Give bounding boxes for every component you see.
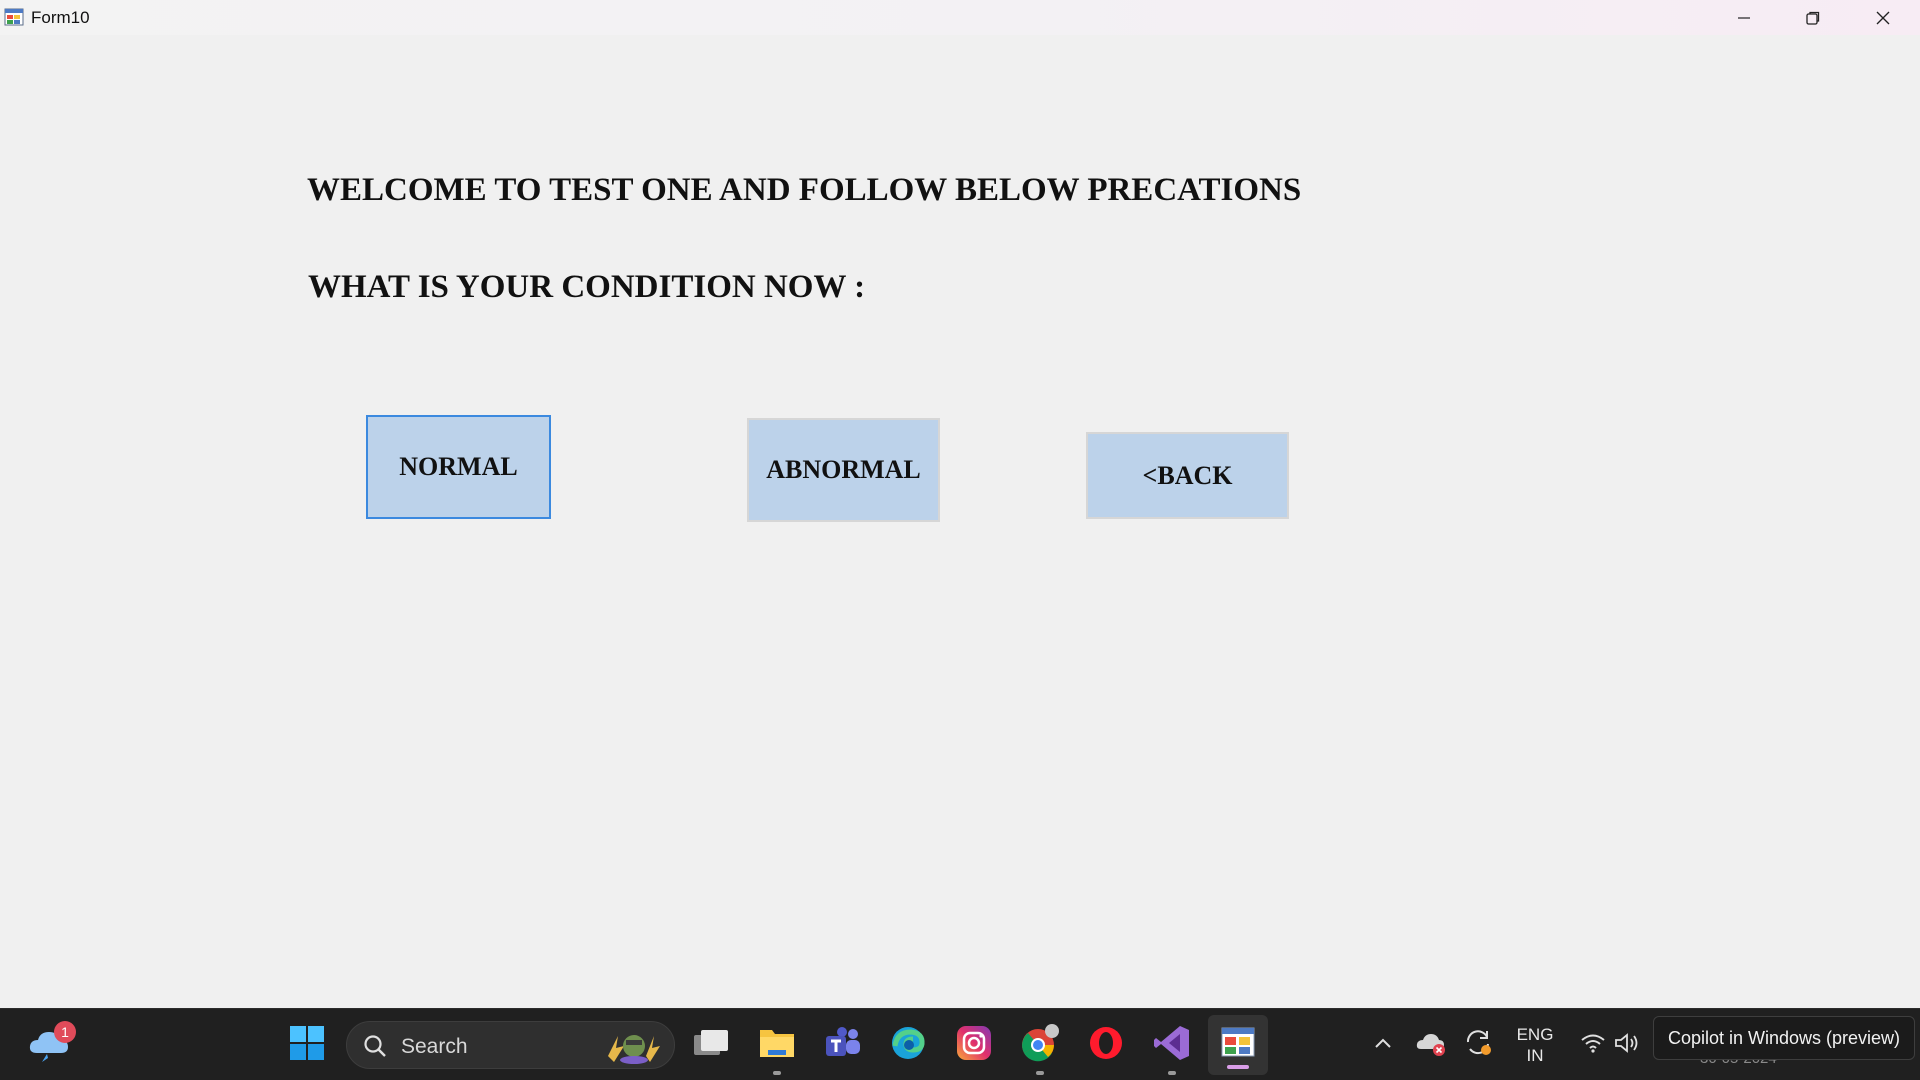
sync-tray[interactable] (1461, 1009, 1497, 1080)
task-view-icon (692, 1027, 730, 1064)
back-button[interactable]: <BACK (1086, 432, 1289, 519)
taskbar: 1 Search ENG IN (0, 1008, 1920, 1080)
chrome-icon (1020, 1023, 1060, 1068)
condition-question-label: WHAT IS YOUR CONDITION NOW : (308, 269, 866, 305)
taskbar-visual-studio[interactable] (1142, 1009, 1202, 1080)
chevron-up-icon (1374, 1036, 1392, 1054)
minimize-button[interactable] (1709, 0, 1779, 35)
region-code: IN (1526, 1046, 1544, 1065)
language-code: ENG (1516, 1025, 1554, 1044)
notification-badge: 1 (54, 1021, 76, 1043)
close-button[interactable] (1848, 0, 1918, 35)
winforms-app-icon[interactable] (4, 7, 24, 27)
teams-icon (824, 1026, 862, 1065)
form-app-icon (1220, 1025, 1256, 1066)
taskbar-search-box[interactable]: Search (346, 1021, 675, 1069)
file-explorer-icon (758, 1026, 796, 1065)
abnormal-button[interactable]: ABNORMAL (747, 418, 940, 522)
normal-button[interactable]: NORMAL (366, 415, 551, 519)
minimize-icon (1736, 10, 1752, 26)
edge-icon (889, 1024, 927, 1067)
taskbar-instagram[interactable] (944, 1009, 1004, 1080)
taskbar-opera[interactable] (1076, 1009, 1136, 1080)
instagram-icon (955, 1024, 993, 1067)
window-title: Form10 (31, 8, 90, 27)
running-indicator (773, 1071, 781, 1075)
running-indicator (1168, 1071, 1176, 1075)
search-icon (363, 1034, 387, 1063)
volume-tray[interactable] (1612, 1009, 1642, 1080)
onedrive-tray[interactable] (1413, 1009, 1449, 1080)
wifi-icon (1580, 1032, 1606, 1059)
visual-studio-icon (1153, 1024, 1191, 1067)
close-icon (1875, 10, 1891, 26)
search-highlight-art-icon (602, 1028, 662, 1069)
copilot-tooltip: Copilot in Windows (preview) (1653, 1016, 1915, 1060)
welcome-heading: WELCOME TO TEST ONE AND FOLLOW BELOW PRE… (307, 172, 1302, 208)
active-indicator (1227, 1065, 1249, 1069)
show-hidden-icons-button[interactable] (1368, 1009, 1398, 1080)
sync-icon (1463, 1028, 1495, 1063)
opera-icon (1087, 1024, 1125, 1067)
restore-button[interactable] (1778, 0, 1848, 35)
taskbar-file-explorer[interactable] (747, 1009, 807, 1080)
network-tray[interactable] (1578, 1009, 1608, 1080)
running-indicator (1036, 1071, 1044, 1075)
start-icon (289, 1025, 325, 1066)
taskbar-form-app[interactable] (1208, 1015, 1268, 1075)
taskbar-task-view[interactable] (681, 1009, 741, 1080)
search-placeholder: Search (401, 1035, 468, 1058)
language-indicator[interactable]: ENG IN (1506, 1009, 1564, 1080)
speaker-icon (1614, 1032, 1640, 1059)
taskbar-edge[interactable] (878, 1009, 938, 1080)
taskbar-chrome[interactable] (1010, 1009, 1070, 1080)
taskbar-teams[interactable] (813, 1009, 873, 1080)
title-bar[interactable]: Form10 (0, 0, 1920, 35)
restore-icon (1805, 10, 1821, 26)
start-button[interactable] (277, 1009, 337, 1080)
onedrive-error-icon (1415, 1029, 1447, 1062)
weather-widget[interactable]: 1 (18, 1009, 80, 1080)
